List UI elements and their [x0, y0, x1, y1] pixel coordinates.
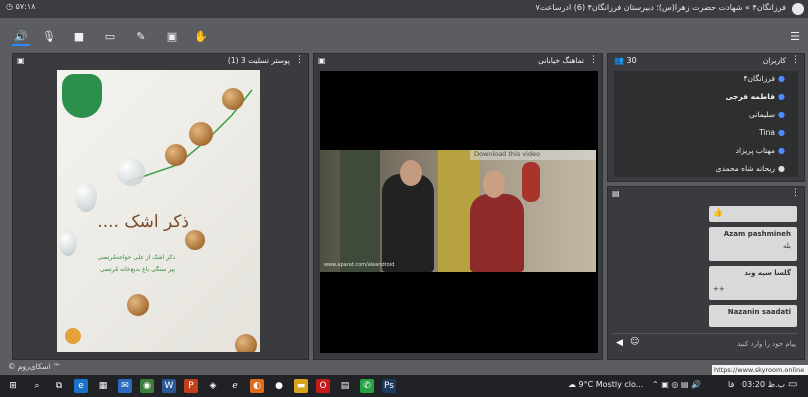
chat-message: Nazanin saadati — [709, 305, 797, 327]
ie-icon[interactable]: ℯ — [228, 379, 242, 393]
photoshop-icon[interactable]: Ps — [382, 379, 396, 393]
clock[interactable]: 03:20 ب.ظ — [742, 380, 785, 389]
chat-panel-header: ▤ ⋮ — [608, 187, 804, 202]
media-icon[interactable]: ▣ — [163, 28, 181, 46]
chat-icon: ▤ — [612, 189, 620, 198]
poster-panel-title: پوستر تسلیت 3 (1) — [227, 56, 290, 65]
room-title: فرزانگان۴ » شهادت حضرت زهرا(س)؛ دبیرستان… — [535, 3, 786, 12]
avatar[interactable] — [792, 3, 804, 15]
video-frame: Download this video www.aparat.com/alean… — [320, 150, 596, 272]
app-icon[interactable]: ● — [272, 379, 286, 393]
download-overlay[interactable]: Download this video — [470, 150, 596, 160]
list-item[interactable]: ● ریحانه شاه محمدی — [716, 164, 789, 178]
video-panel-title: تماهنگ خیابانی — [538, 56, 584, 65]
mail-icon[interactable]: ✉ — [118, 379, 132, 393]
list-item[interactable]: ● مهتاب پریزاد — [736, 146, 789, 160]
poster-line-1: ذکر اشک از علی خواجه‌مُرتضی — [97, 254, 175, 261]
store-icon[interactable]: ▦ — [96, 379, 110, 393]
user-icon: ● — [778, 146, 785, 155]
poster-image: ذکر اشک .... ذکر اشک از علی خواجه‌مُرتضی… — [57, 70, 260, 352]
poster-line-2: پیر سنگی باغ بدیع‌خانه مُرتضی — [99, 266, 175, 273]
cloud-icon: ☁ — [568, 380, 576, 389]
list-item[interactable]: ● فرزانگان۴ — [744, 74, 789, 88]
chat-message: گلسا سپه وند ++ — [709, 266, 797, 300]
copyright-icon: © — [8, 362, 16, 371]
video-watermark: www.aparat.com/aleandroid — [324, 262, 395, 268]
emoji-icon[interactable]: ☺ — [630, 337, 639, 347]
chat-message: Azam pashmineh بله — [709, 227, 797, 261]
chat-message: 👍 — [709, 206, 797, 222]
pen-icon[interactable]: ✎ — [132, 28, 150, 46]
user-icon: ● — [778, 74, 785, 83]
raise-hand-icon[interactable]: ✋ — [192, 28, 210, 46]
bead — [235, 334, 257, 352]
more-icon[interactable]: ⋮ — [295, 55, 304, 65]
windows-taskbar: ⊞ ⌕ ⧉ e ▦ ✉ ◉ W P ◈ ℯ ◐ ● ▬ O ▤ ✆ Ps ☁ 9… — [0, 375, 808, 397]
water-drop — [59, 230, 77, 256]
whatsapp-icon[interactable]: ✆ — [360, 379, 374, 393]
camera-icon[interactable]: ■ — [70, 28, 88, 46]
water-drop — [117, 158, 145, 186]
file-explorer-icon[interactable]: ▬ — [294, 379, 308, 393]
mic-muted-icon[interactable]: 🎙 — [40, 28, 58, 46]
users-panel-header: 👥 30 کاربران ⋮ — [608, 54, 804, 69]
weather-widget[interactable]: ☁ 9°C Mostly clo... — [568, 380, 643, 389]
users-group-icon: 👥 — [614, 56, 624, 65]
chat-input-bar: ◀ ☺ پیام خود را وارد کنید — [612, 333, 798, 354]
panel-picture-icon[interactable]: ▣ — [318, 56, 326, 65]
url-tooltip: https://www.skyroom.online — [712, 365, 808, 375]
bead — [165, 144, 187, 166]
send-icon[interactable]: ◀ — [616, 338, 623, 348]
windows-start-icon[interactable]: ⊞ — [6, 379, 20, 393]
notification-icon[interactable]: ▭ — [788, 379, 797, 390]
user-icon: ● — [778, 110, 785, 119]
input-language[interactable]: فا — [728, 380, 734, 389]
water-drop — [75, 182, 97, 212]
brand-footer: © اسکای‌روم ™ — [8, 362, 61, 371]
menu-icon[interactable]: ☰ — [786, 28, 804, 46]
person-right — [470, 194, 524, 272]
users-panel-title: کاربران — [762, 56, 786, 65]
bead — [222, 88, 244, 110]
chat-input[interactable]: پیام خود را وارد کنید — [644, 336, 796, 352]
window-titlebar: ◷ ۵۷:۱۸ فرزانگان۴ » شهادت حضرت زهرا(س)؛ … — [0, 0, 808, 18]
speaker-icon[interactable]: 🔊 — [12, 28, 30, 46]
system-tray-icons[interactable]: ⌃ ▣ ◎ ▤ 🔊 — [652, 380, 701, 389]
more-icon[interactable]: ⋮ — [791, 55, 800, 65]
screen-share-icon[interactable]: ▭ — [101, 28, 119, 46]
powerpoint-icon[interactable]: P — [184, 379, 198, 393]
search-icon[interactable]: ⌕ — [30, 379, 44, 393]
toolbar: 🔊 🎙 ■ ▭ ✎ ▣ ✋ ☰ — [0, 26, 808, 48]
task-view-icon[interactable]: ⧉ — [52, 379, 66, 393]
bead — [127, 294, 149, 316]
users-count: 👥 30 — [614, 56, 637, 65]
edge-icon[interactable]: e — [74, 379, 88, 393]
poster-emblem — [65, 328, 81, 344]
person-left — [382, 174, 434, 272]
firefox-icon[interactable]: ◐ — [250, 379, 264, 393]
user-icon: ● — [778, 164, 785, 173]
word-icon[interactable]: W — [162, 379, 176, 393]
opera-icon[interactable]: O — [316, 379, 330, 393]
more-icon[interactable]: ⋮ — [589, 55, 598, 65]
video-panel-header: ▣ تماهنگ خیابانی ⋮ — [314, 54, 602, 69]
user-icon: ● — [778, 92, 785, 101]
more-icon[interactable]: ⋮ — [791, 188, 800, 198]
bead — [189, 122, 213, 146]
users-list-items: ● فرزانگان۴ ● فاطمه فرجی ● سلیمانی ● Tina ● م… — [607, 72, 803, 176]
app-icon[interactable]: ◈ — [206, 379, 220, 393]
list-item[interactable]: ● سلیمانی — [749, 110, 789, 124]
session-timer: ◷ ۵۷:۱۸ — [6, 2, 36, 11]
app-icon[interactable]: ▤ — [338, 379, 352, 393]
poster-panel-header: ▣ پوستر تسلیت 3 (1) ⋮ — [13, 54, 308, 69]
list-item[interactable]: ● فاطمه فرجی — [725, 92, 789, 106]
thumbs-up-icon: 👍 — [713, 208, 723, 217]
poster-heading: ذکر اشک .... — [97, 212, 189, 232]
panel-picture-icon[interactable]: ▣ — [17, 56, 25, 65]
chrome-icon[interactable]: ◉ — [140, 379, 154, 393]
list-item[interactable]: ● Tina — [759, 128, 789, 142]
user-icon: ● — [778, 128, 785, 137]
bead — [185, 230, 205, 250]
